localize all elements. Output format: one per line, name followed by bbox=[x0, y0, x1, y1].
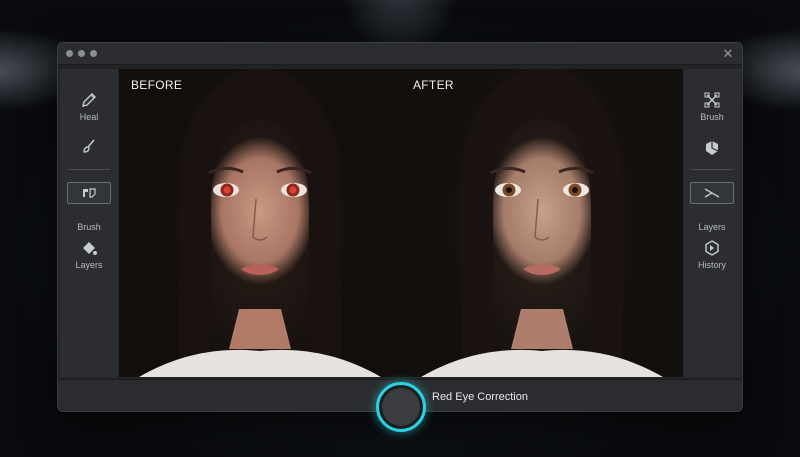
toolbar-separator-right bbox=[691, 169, 733, 170]
left-toolbar: Heal Brush Layers bbox=[60, 69, 118, 377]
tool-brush-label: Brush bbox=[77, 222, 101, 232]
paint-bucket-icon bbox=[83, 242, 97, 255]
red-eye-right bbox=[289, 186, 297, 194]
after-label: AFTER bbox=[413, 78, 454, 92]
corrected-eye-left bbox=[506, 187, 512, 193]
tool-heal-label: Heal bbox=[79, 112, 99, 122]
tool-history[interactable]: History bbox=[683, 239, 741, 270]
red-eye-correction-button[interactable] bbox=[376, 382, 426, 432]
window-dot-2[interactable] bbox=[78, 50, 85, 57]
before-image[interactable]: BEFORE bbox=[119, 69, 401, 377]
after-portrait bbox=[421, 69, 663, 377]
tool-brush-fill[interactable]: Brush bbox=[60, 219, 118, 232]
toolbar-separator bbox=[68, 169, 110, 170]
tool-cube[interactable] bbox=[683, 139, 741, 157]
red-eye-left bbox=[223, 186, 231, 194]
pencil-icon bbox=[82, 93, 96, 107]
after-image[interactable]: AFTER bbox=[401, 69, 683, 377]
right-toolbar: Brush Layers History bbox=[683, 69, 741, 377]
tool-brush-right[interactable]: Brush bbox=[683, 91, 741, 122]
scissors-icon bbox=[704, 188, 720, 198]
window-dot-1[interactable] bbox=[66, 50, 73, 57]
history-icon bbox=[705, 240, 719, 256]
brush-icon bbox=[83, 139, 95, 153]
title-bar: ✕ bbox=[58, 43, 742, 65]
before-label: BEFORE bbox=[131, 78, 183, 92]
selection-icon bbox=[83, 188, 96, 198]
tool-selection-active[interactable] bbox=[67, 182, 111, 204]
tool-layers-label: Layers bbox=[75, 260, 103, 270]
close-icon[interactable]: ✕ bbox=[720, 46, 736, 62]
window-dot-3[interactable] bbox=[90, 50, 97, 57]
tool-brush-right-label: Brush bbox=[700, 112, 724, 122]
tool-layers-right[interactable]: Layers bbox=[683, 219, 741, 232]
red-eye-correction-label: Red Eye Correction bbox=[432, 391, 528, 403]
tool-heal[interactable]: Heal bbox=[60, 91, 118, 122]
crosshair-icon bbox=[704, 92, 720, 108]
tool-brush[interactable] bbox=[60, 137, 118, 155]
before-portrait bbox=[139, 69, 381, 377]
background-stage: ✕ Heal Brush Layers BEFORE AFTER Brush L… bbox=[0, 0, 800, 457]
editor-window: ✕ Heal Brush Layers BEFORE AFTER Brush L… bbox=[57, 42, 743, 432]
tool-scissors-active[interactable] bbox=[690, 182, 734, 204]
tool-layers-right-label: Layers bbox=[698, 222, 726, 232]
cube-icon bbox=[706, 141, 719, 155]
tool-layers[interactable]: Layers bbox=[60, 239, 118, 270]
corrected-eye-right bbox=[572, 187, 578, 193]
tool-history-label: History bbox=[697, 260, 726, 270]
